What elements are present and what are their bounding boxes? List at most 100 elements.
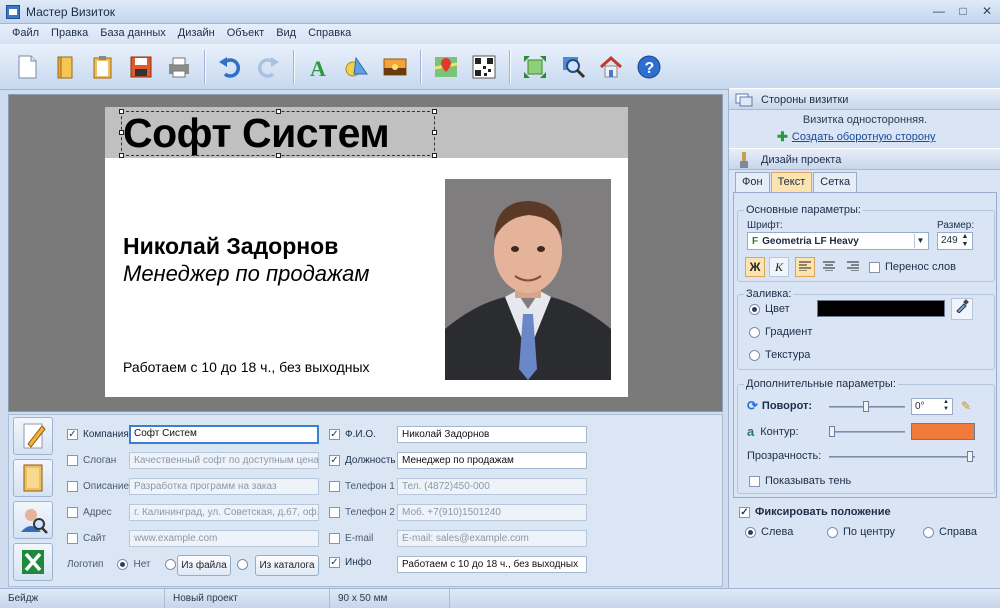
field-phone2-toggle[interactable]: Телефон 2 bbox=[329, 507, 395, 518]
brush-reset-icon[interactable]: ✎ bbox=[961, 399, 971, 413]
resize-handle[interactable] bbox=[119, 153, 124, 158]
align-center-button[interactable] bbox=[819, 257, 839, 277]
align-left-option[interactable]: Слева bbox=[745, 526, 793, 538]
fit-button[interactable] bbox=[516, 48, 554, 86]
resize-handle[interactable] bbox=[119, 109, 124, 114]
align-right-option[interactable]: Справа bbox=[923, 526, 977, 538]
new-button[interactable] bbox=[8, 48, 46, 86]
minimize-icon[interactable]: — bbox=[932, 4, 946, 18]
create-back-link[interactable]: ✚ Создать оборотную сторону bbox=[777, 129, 936, 145]
logo-file-radio[interactable] bbox=[164, 559, 176, 570]
radio[interactable] bbox=[923, 526, 934, 538]
checkbox[interactable] bbox=[67, 507, 78, 518]
field-email-toggle[interactable]: E-mail bbox=[329, 533, 373, 544]
phone2-input[interactable]: Моб. +7(910)1501240 bbox=[397, 504, 587, 521]
resize-handle[interactable] bbox=[276, 109, 281, 114]
add-qr-button[interactable] bbox=[465, 48, 503, 86]
field-description-toggle[interactable]: Описание bbox=[67, 481, 129, 492]
description-input[interactable]: Разработка программ на заказ bbox=[129, 478, 319, 495]
checkbox[interactable]: ✓ bbox=[67, 429, 78, 440]
radio[interactable] bbox=[827, 526, 838, 538]
card-info-text[interactable]: Работаем с 10 до 18 ч., без выходных bbox=[123, 359, 370, 375]
transparency-slider[interactable] bbox=[829, 451, 975, 462]
checkbox[interactable] bbox=[67, 533, 78, 544]
field-name-toggle[interactable]: ✓ Ф.И.О. bbox=[329, 429, 376, 440]
from-catalog-button[interactable]: Из каталога bbox=[255, 555, 319, 576]
card-position-text[interactable]: Менеджер по продажам bbox=[123, 261, 369, 287]
email-input[interactable]: E-mail: sales@example.com bbox=[397, 530, 587, 547]
fill-gradient-option[interactable]: Градиент bbox=[749, 326, 812, 338]
address-input[interactable]: г. Калининград, ул. Советская, д.67, оф.… bbox=[129, 504, 319, 521]
field-company-toggle[interactable]: ✓ Компания bbox=[67, 429, 129, 440]
position-input[interactable]: Менеджер по продажам bbox=[397, 452, 587, 469]
menu-edit[interactable]: Правка bbox=[45, 24, 94, 42]
outline-slider[interactable] bbox=[829, 426, 905, 437]
site-input[interactable]: www.example.com bbox=[129, 530, 319, 547]
menu-object[interactable]: Объект bbox=[221, 24, 270, 42]
align-left-button[interactable] bbox=[795, 257, 815, 277]
slider-thumb[interactable] bbox=[863, 401, 869, 412]
add-map-button[interactable] bbox=[427, 48, 465, 86]
tab-background[interactable]: Фон bbox=[735, 172, 770, 192]
add-shape-button[interactable] bbox=[338, 48, 376, 86]
fill-texture-option[interactable]: Текстура bbox=[749, 349, 810, 361]
field-info-toggle[interactable]: ✓ Инфо bbox=[329, 557, 372, 568]
selection-frame[interactable] bbox=[119, 109, 437, 158]
excel-import-button[interactable] bbox=[13, 543, 53, 581]
logo-catalog-radio[interactable] bbox=[237, 559, 248, 570]
size-stepper[interactable]: ▲ ▼ bbox=[959, 233, 971, 249]
checkbox[interactable]: ✓ bbox=[329, 455, 340, 466]
menu-database[interactable]: База данных bbox=[94, 24, 172, 42]
checkbox[interactable] bbox=[329, 533, 340, 544]
checkbox[interactable] bbox=[67, 481, 78, 492]
tab-text[interactable]: Текст bbox=[770, 172, 813, 192]
word-wrap-toggle[interactable]: Перенос слов bbox=[869, 261, 956, 273]
resize-handle[interactable] bbox=[119, 130, 124, 135]
slider-thumb[interactable] bbox=[829, 426, 835, 437]
align-right-button[interactable] bbox=[843, 257, 863, 277]
redo-button[interactable] bbox=[249, 48, 287, 86]
radio[interactable] bbox=[749, 326, 760, 338]
outline-color-swatch[interactable] bbox=[911, 423, 975, 440]
rotation-stepper[interactable]: ▲ ▼ bbox=[941, 399, 951, 414]
resize-handle[interactable] bbox=[432, 153, 437, 158]
rotation-slider[interactable] bbox=[829, 401, 905, 412]
checkbox[interactable]: ✓ bbox=[329, 429, 340, 440]
radio[interactable] bbox=[749, 349, 760, 361]
checkbox[interactable] bbox=[329, 507, 340, 518]
contacts-button[interactable] bbox=[13, 501, 53, 539]
font-select[interactable]: F Geometria LF Heavy ▼ bbox=[747, 232, 929, 250]
logo-none-radio[interactable] bbox=[117, 559, 129, 570]
shadow-toggle[interactable]: Показывать тень bbox=[749, 475, 851, 487]
checkbox[interactable] bbox=[329, 481, 340, 492]
checkbox[interactable] bbox=[869, 261, 880, 273]
save-button[interactable] bbox=[122, 48, 160, 86]
fill-color-option[interactable]: Цвет bbox=[749, 303, 790, 315]
phone1-input[interactable]: Тел. (4872)450-000 bbox=[397, 478, 587, 495]
resize-handle[interactable] bbox=[432, 109, 437, 114]
menu-file[interactable]: Файл bbox=[6, 24, 45, 42]
help-button[interactable]: ? bbox=[630, 48, 668, 86]
sides-header[interactable]: Стороны визитки bbox=[729, 88, 1000, 110]
checkbox[interactable]: ✓ bbox=[739, 506, 750, 518]
eyedropper-button[interactable] bbox=[951, 298, 973, 320]
close-icon[interactable]: ✕ bbox=[980, 4, 994, 18]
paste-button[interactable] bbox=[84, 48, 122, 86]
menu-help[interactable]: Справка bbox=[302, 24, 357, 42]
menu-view[interactable]: Вид bbox=[270, 24, 302, 42]
resize-handle[interactable] bbox=[276, 153, 281, 158]
radio[interactable] bbox=[749, 303, 760, 315]
open-button[interactable] bbox=[46, 48, 84, 86]
field-slogan-toggle[interactable]: Слоган bbox=[67, 455, 116, 466]
bold-button[interactable]: Ж bbox=[745, 257, 765, 277]
from-file-button[interactable]: Из файла bbox=[177, 555, 231, 576]
slider-thumb[interactable] bbox=[967, 451, 973, 462]
maximize-icon[interactable]: □ bbox=[956, 4, 970, 18]
add-text-button[interactable]: A bbox=[300, 48, 338, 86]
info-input[interactable]: Работаем с 10 до 18 ч., без выходных bbox=[397, 556, 587, 573]
checkbox[interactable]: ✓ bbox=[329, 557, 340, 568]
zoom-button[interactable] bbox=[554, 48, 592, 86]
menu-design[interactable]: Дизайн bbox=[172, 24, 221, 42]
italic-button[interactable]: К bbox=[769, 257, 789, 277]
undo-button[interactable] bbox=[211, 48, 249, 86]
